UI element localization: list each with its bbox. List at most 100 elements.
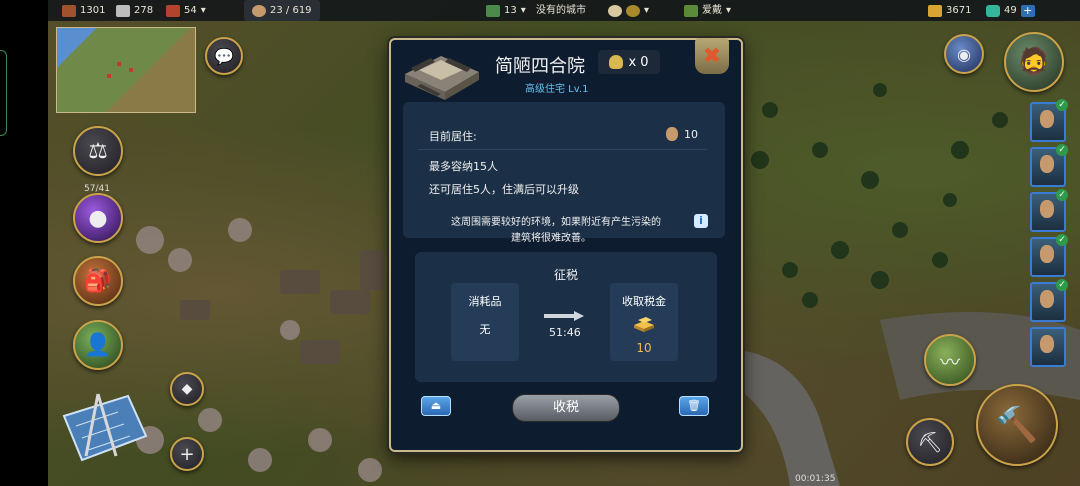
chat-bubble-icon: 💬 [214,46,234,66]
shovel-icon: ⛏ [917,430,943,454]
world-button[interactable]: ◉ [944,34,984,74]
wood-count: 1301 [80,5,106,16]
stone-resource[interactable]: 278 [116,0,153,21]
current-residents-value: 10 [684,128,698,141]
stone-count: 278 [134,5,154,16]
upgrade-button[interactable]: ⏏ [421,396,451,416]
game-clock: 00:01:35 [795,474,836,484]
stone-icon [116,4,130,17]
demolish-button[interactable]: 🗑 [679,396,709,416]
check-icon: ✓ [1056,144,1068,156]
layers-button[interactable]: ◆ [170,372,204,406]
consume-box: 消耗品 无 [451,283,519,361]
wood-icon [62,4,76,17]
minimap-marker [117,62,121,66]
plus-icon: + [179,443,195,465]
item-selector[interactable]: ▾ [608,0,649,21]
coin-pile-icon [626,4,640,17]
worker-helmet-icon [609,55,624,69]
check-icon: ✓ [1056,189,1068,201]
justice-button[interactable]: ⚖ [73,126,123,176]
leader-avatar[interactable]: 🧔 [1004,32,1064,92]
build-hammer-button[interactable]: 🔨 [976,384,1058,466]
check-icon: ✓ [1056,234,1068,246]
magic-orb-button[interactable]: ● [73,193,123,243]
blueprint-icon [62,393,148,462]
orb-icon: ● [88,205,108,231]
trash-icon: 🗑 [687,399,701,412]
environment-note-line2: 建筑将很难改善。 [511,233,591,244]
city-filter[interactable]: 没有的城市 [536,0,586,21]
laurel-icon [486,4,500,17]
shovel-button[interactable]: ⛏ [906,418,954,466]
road-button[interactable]: 〰 [924,334,976,386]
system-edge [0,0,48,486]
laurel-icon [684,4,698,17]
arrow-right-icon [544,311,584,321]
layers-icon: ◆ [181,381,193,397]
check-icon: ✓ [1056,99,1068,111]
worker-badge: x 0 [598,50,660,74]
advisor-portrait-5[interactable]: ✓ [1030,279,1068,322]
brick-resource[interactable]: 54 ▾ [166,0,206,21]
advisor-portrait-6[interactable] [1030,327,1066,367]
close-button[interactable]: ✖ [695,38,729,74]
city-filter-label: 没有的城市 [536,5,586,16]
chat-button[interactable]: 💬 [205,37,243,75]
blueprint-button[interactable] [58,386,150,466]
gold-bars-icon [634,317,654,332]
population-resource[interactable]: 23 / 619 [244,0,320,21]
check-icon: ✓ [1056,279,1068,291]
remaining-text: 还可居住5人，住满后可以升级 [429,183,579,196]
gem-icon [986,4,1000,17]
collect-value: 10 [636,341,652,355]
tax-heading: 征税 [554,268,579,282]
road-icon: 〰 [940,349,960,374]
leader-name: 爱戴 [702,5,722,16]
collect-label: 收取税金 [622,295,666,308]
consume-label: 消耗品 [468,295,502,308]
gold-resource[interactable]: 3671 [928,0,971,21]
advisor-portrait-icon: 👤 [84,332,112,358]
edge-handle[interactable] [0,50,7,136]
chevron-down-icon: ▾ [726,5,732,16]
advisor-button[interactable]: 👤 [73,320,123,370]
population-count: 23 / 619 [270,5,312,16]
wood-resource[interactable]: 1301 [62,0,105,21]
consume-value: 无 [479,323,491,336]
backpack-button[interactable]: 🎒 [73,256,123,306]
level-value: 13 [504,5,517,16]
collect-tax-button[interactable]: 收税 [512,394,620,422]
resident-icon [666,127,678,141]
scales-icon: ⚖ [88,138,108,164]
brick-count: 54 [184,5,197,16]
level-selector[interactable]: 13 ▾ [486,0,526,21]
info-button[interactable]: i [694,214,708,228]
chevron-down-icon: ▾ [520,5,526,16]
gem-count: 49 [1004,5,1017,16]
backpack-icon: 🎒 [84,268,112,294]
building-subtitle: 高级住宅 Lv.1 [525,84,589,95]
advisor-portrait-4[interactable]: ✓ [1030,234,1068,277]
collect-box: 收取税金 10 [610,283,678,361]
gold-count: 3671 [946,5,972,16]
add-button[interactable]: + [170,437,204,471]
worker-count: x 0 [628,54,649,70]
current-residents-label: 目前居住: [429,130,477,143]
environment-note-line1: 这周围需要较好的环境，如果附近有产生污染的 [451,217,661,228]
add-gems-button[interactable]: + [1020,4,1035,17]
hammer-icon: 🔨 [995,405,1039,445]
close-icon: ✖ [702,43,722,69]
gold-icon [928,4,942,17]
chevron-down-icon: ▾ [644,5,650,16]
upgrade-arrow-icon: ⏏ [430,399,442,412]
advisor-portrait-3[interactable]: ✓ [1030,189,1068,232]
gem-resource[interactable]: 49 + [986,0,1035,21]
advisor-portrait-1[interactable]: ✓ [1030,99,1068,142]
advisor-portrait-2[interactable]: ✓ [1030,144,1068,187]
leader-selector[interactable]: 爱戴 ▾ [684,0,731,21]
minimap[interactable] [56,27,196,113]
brick-icon [166,4,180,17]
tax-timer: 51:46 [549,326,581,339]
capacity-text: 最多容纳15人 [429,160,498,173]
